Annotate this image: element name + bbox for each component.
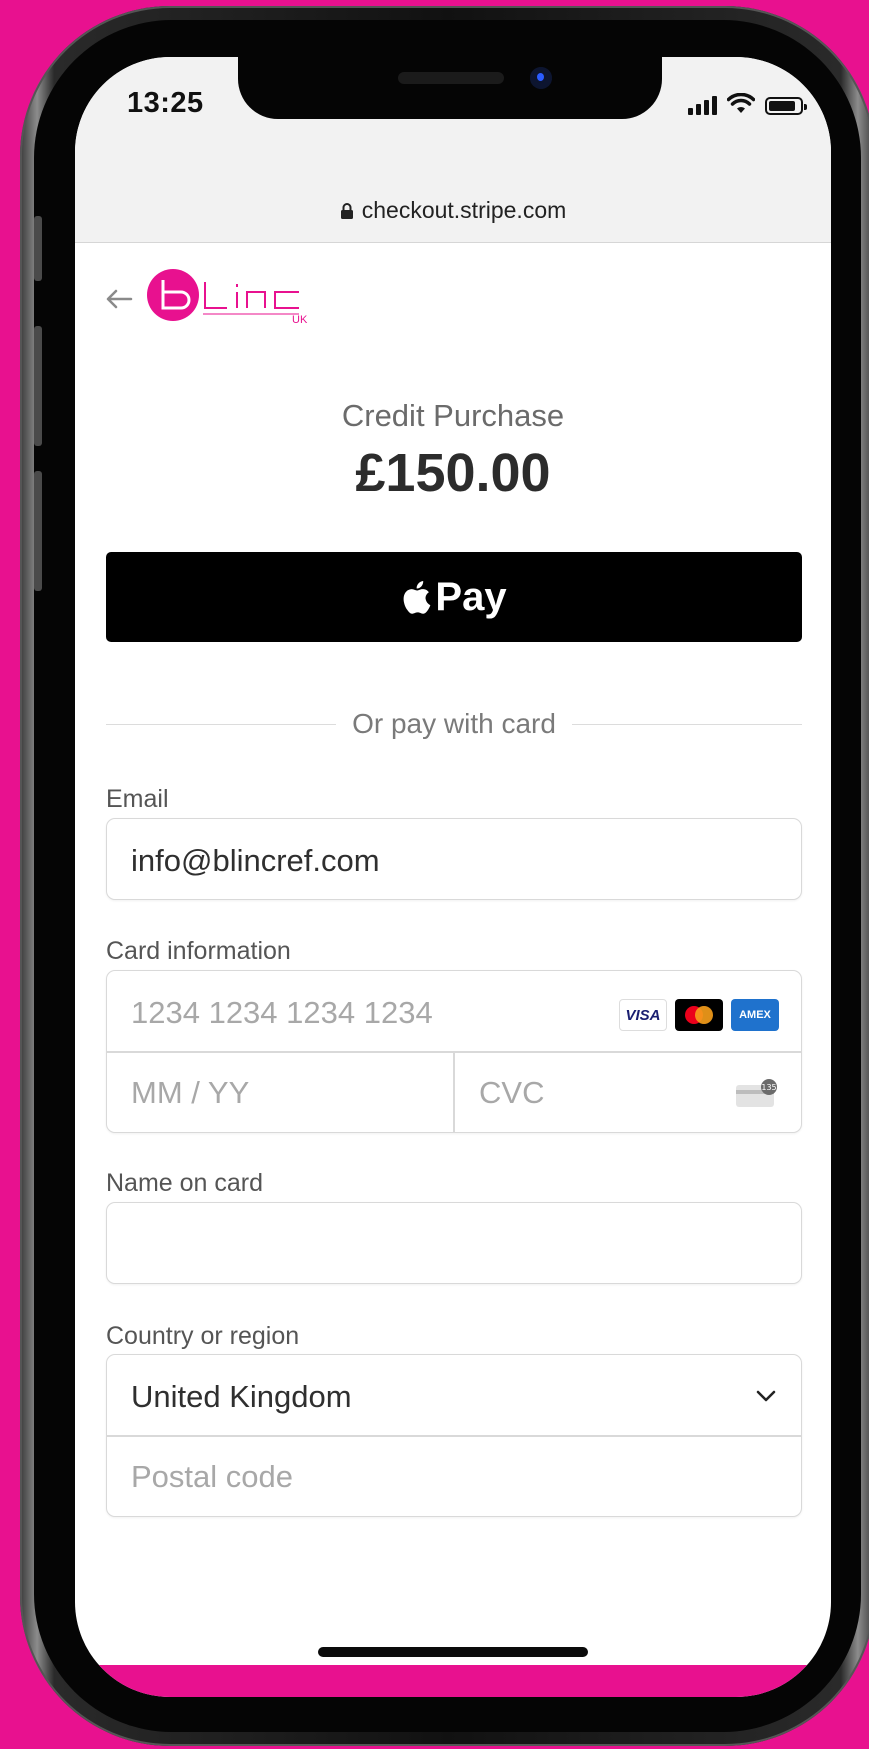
status-time: 13:25 [127, 87, 204, 119]
card-info-group: 1234 1234 1234 1234 VISA AMEX MM / YY CV… [106, 970, 802, 1133]
postal-code-input[interactable]: Postal code [131, 1459, 293, 1495]
notch [238, 57, 662, 119]
email-label: Email [106, 785, 169, 813]
status-bar: 13:25 [75, 57, 831, 137]
browser-url-bar[interactable]: checkout.stripe.com [75, 137, 831, 243]
lock-icon [340, 203, 353, 219]
wifi-icon [727, 93, 755, 113]
visa-icon: VISA [619, 999, 667, 1031]
country-label: Country or region [106, 1322, 300, 1350]
name-on-card-field[interactable] [106, 1202, 802, 1284]
amex-icon: AMEX [731, 999, 779, 1031]
apple-pay-button[interactable]: Pay [106, 552, 802, 642]
cvc-card-icon: 135 [736, 1079, 777, 1107]
country-group: United Kingdom Postal code [106, 1354, 802, 1517]
pay-button-edge[interactable] [75, 1665, 831, 1697]
svg-text:135: 135 [761, 1083, 776, 1092]
camera [530, 67, 552, 89]
status-icons [688, 93, 807, 115]
card-info-label: Card information [106, 937, 291, 965]
cvc-input[interactable]: CVC [479, 1075, 544, 1111]
merchant-logo[interactable]: UK [147, 268, 317, 328]
battery-icon [765, 97, 807, 115]
signal-icon [688, 95, 717, 115]
chevron-down-icon[interactable] [755, 1385, 777, 1407]
home-indicator [318, 1647, 588, 1657]
order-price: £150.00 [355, 443, 551, 503]
back-arrow-icon[interactable] [105, 284, 133, 318]
url-text: checkout.stripe.com [361, 197, 567, 223]
url-display[interactable]: checkout.stripe.com [75, 197, 831, 224]
card-number-input[interactable]: 1234 1234 1234 1234 [131, 995, 433, 1031]
card-brand-logos: VISA AMEX [619, 999, 779, 1031]
product-name: Credit Purchase [341, 398, 565, 433]
divider-text: Or pay with card [352, 708, 556, 739]
email-value: info@blincref.com [131, 843, 380, 878]
phone-screen: 13:25 checkout.stripe.com UK Credit Purc… [75, 57, 831, 1697]
speaker [398, 72, 504, 84]
volume-down-button [34, 471, 42, 591]
mastercard-icon [675, 999, 723, 1031]
apple-pay-label: Pay [435, 574, 507, 619]
mute-switch [34, 216, 42, 281]
email-field[interactable]: info@blincref.com [106, 818, 802, 900]
name-label: Name on card [106, 1169, 264, 1197]
logo-sub: UK [292, 314, 308, 326]
volume-up-button [34, 326, 42, 446]
pay-divider: Or pay with card [106, 704, 803, 744]
apple-logo-icon [404, 581, 431, 614]
country-select[interactable]: United Kingdom [131, 1379, 352, 1415]
expiry-input[interactable]: MM / YY [131, 1075, 249, 1111]
